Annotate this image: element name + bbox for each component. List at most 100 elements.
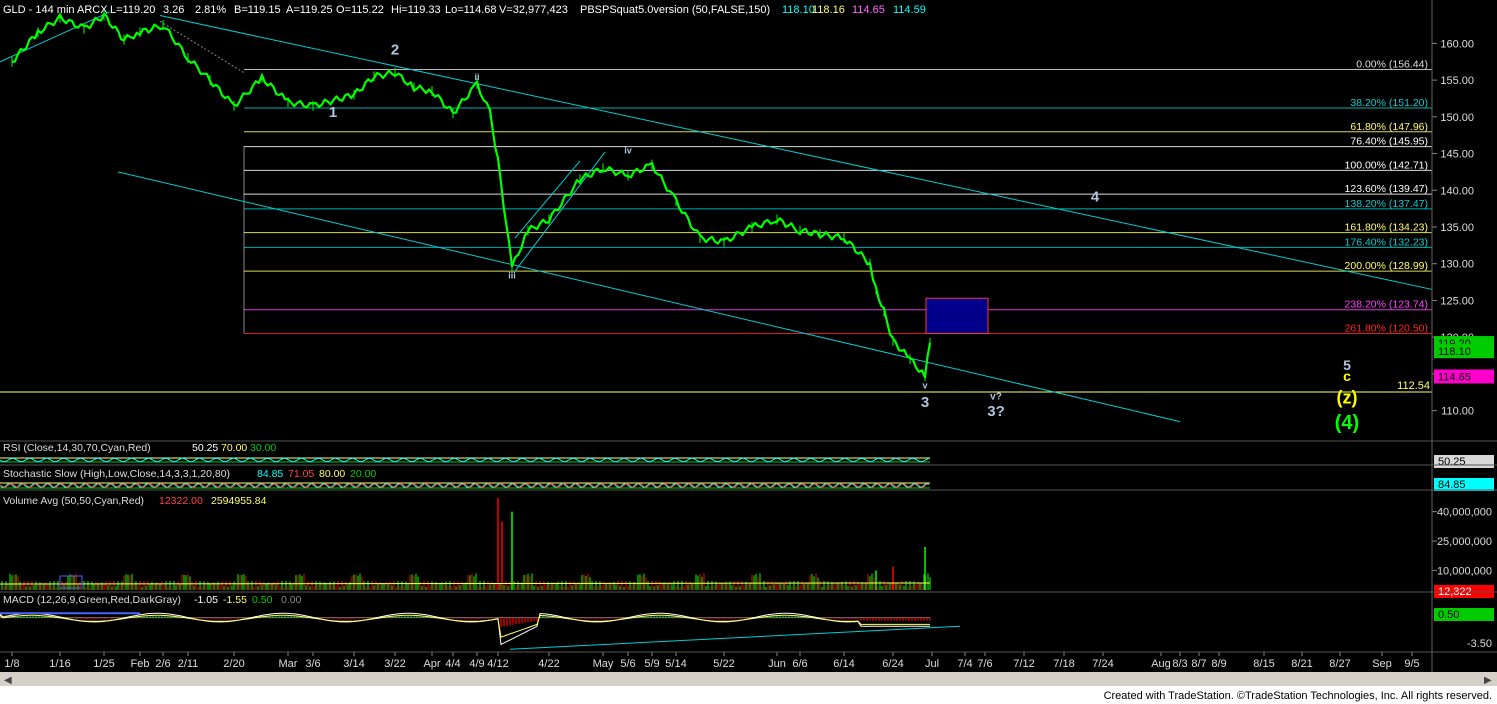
x-tick-label: 2/11 (178, 658, 199, 670)
scroll-left-arrow: ◀ (4, 675, 12, 686)
x-tick-label: 5/9 (644, 658, 659, 670)
x-tick-label: 5/6 (620, 658, 635, 670)
fib-level-label: 261.80% (120.50) (1345, 323, 1428, 335)
horizontal-scrollbar (0, 672, 1497, 686)
x-tick-label: Aug (1151, 658, 1171, 670)
y-tick-label: 155.00 (1440, 75, 1474, 87)
x-tick-label: Mar (279, 658, 298, 670)
x-tick-label: 8/27 (1329, 658, 1350, 670)
y-tick-label: 160.00 (1440, 38, 1474, 50)
macd-legend-value: -1.55 (223, 594, 247, 606)
rsi-title: RSI (Close,14,30,70,Cyan,Red) (3, 442, 151, 454)
x-tick-label: 1/8 (4, 658, 19, 670)
x-tick-label: 2/6 (155, 658, 170, 670)
x-tick-label: Apr (423, 658, 440, 670)
target-box (925, 297, 989, 335)
gld-chart: 160.00155.00150.00145.00140.00135.00130.… (0, 0, 1497, 704)
y-tick-label: 110.00 (1441, 406, 1474, 418)
x-tick-label: 3/6 (305, 658, 320, 670)
macd-title: MACD (12,26,9,Green,Red,DarkGray) (3, 594, 181, 606)
x-tick-label: 8/7 (1191, 658, 1206, 670)
x-tick-label: 9/5 (1404, 658, 1419, 670)
stochastic-legend-value: 71.05 (288, 468, 314, 480)
x-tick-label: 8/15 (1253, 658, 1274, 670)
y-tick-label: 130.00 (1440, 259, 1474, 271)
macd-legend-value: 0.50 (252, 594, 273, 606)
x-tick-label: 8/9 (1211, 658, 1226, 670)
x-tick-label: 4/22 (538, 658, 559, 670)
rsi-legend-value: 50.25 (192, 442, 218, 454)
wave-label: iv (624, 146, 632, 156)
header-item: 118.10 (782, 4, 815, 16)
x-tick-label: Jul (925, 658, 939, 670)
fib-level-label: 200.00% (128.99) (1345, 260, 1428, 272)
scroll-right-arrow: ▶ (1484, 675, 1492, 686)
wave-label: (z) (1337, 387, 1358, 407)
macd-value-box-label: 0.50 (1438, 609, 1459, 621)
x-tick-label: 7/6 (977, 658, 992, 670)
price-box-label: 118.10 (1438, 346, 1471, 358)
header-item: 118.16 (812, 4, 845, 16)
header-item: Lo=114.68 (445, 4, 497, 16)
x-tick-label: 7/18 (1053, 658, 1074, 670)
rsi-legend-value: 30.00 (250, 442, 276, 454)
header-item: 114.59 (893, 4, 926, 16)
y-tick-label: 140.00 (1440, 185, 1474, 197)
fib-level-label: 61.80% (147.96) (1350, 121, 1428, 133)
header-item: 114.65 (852, 4, 885, 16)
x-tick-label: 7/24 (1092, 658, 1113, 670)
rsi-legend-value: 70.00 (221, 442, 247, 454)
header-item: A=119.25 (286, 4, 333, 16)
x-tick-label: 6/24 (882, 658, 903, 670)
x-tick-label: 4/4 (445, 658, 460, 670)
fib-level-label: 38.20% (151.20) (1350, 97, 1428, 109)
header-item: Hi=119.33 (391, 4, 441, 16)
wave-label: 1 (329, 104, 337, 121)
stochastic-value-box-label: 84.85 (1438, 479, 1466, 491)
y-tick-label: 125.00 (1440, 295, 1474, 307)
stochastic-legend-value: 20.00 (350, 468, 376, 480)
y-tick-label: 135.00 (1440, 222, 1474, 234)
x-tick-label: Sep (1372, 658, 1392, 670)
wave-label: 3? (987, 403, 1005, 420)
stochastic-legend-value: 84.85 (257, 468, 283, 480)
macd-tick-label: -3.50 (1467, 638, 1492, 650)
volume-legend-value: 12322.00 (159, 495, 203, 507)
x-tick-label: Feb (131, 658, 150, 670)
header-item: GLD - 144 min ARCX (3, 4, 108, 16)
fib-level-label: 161.80% (134.23) (1345, 222, 1428, 234)
stochastic-title: Stochastic Slow (High,Low,Close,14,3,3,1… (3, 468, 230, 480)
x-tick-label: 8/21 (1291, 658, 1312, 670)
x-tick-label: 6/6 (792, 658, 807, 670)
stochastic-legend-value: 80.00 (319, 468, 345, 480)
x-tick-label: May (593, 658, 614, 670)
wave-label: v (922, 381, 927, 391)
volume-title: Volume Avg (50,50,Cyan,Red) (3, 495, 144, 507)
footer-credit: Created with TradeStation. ©TradeStation… (1104, 690, 1492, 702)
rsi-value-box-label: 50.25 (1438, 456, 1466, 468)
x-tick-label: 7/4 (957, 658, 972, 670)
x-tick-label: 5/22 (713, 658, 734, 670)
y-tick-label: 150.00 (1440, 112, 1474, 124)
fib-level-label: 76.40% (145.95) (1350, 136, 1428, 148)
wave-label: (4) (1335, 412, 1359, 434)
header-item: PBSPSquat5.0version (50,FALSE,150) (580, 4, 770, 16)
y-tick-label: 145.00 (1440, 149, 1474, 161)
wave-label: iii (508, 270, 516, 280)
wave-label: 4 (1091, 188, 1100, 205)
x-tick-label: 4/9 (469, 658, 484, 670)
volume-tick-label: 10,000,000 (1437, 565, 1492, 577)
header-item: 2.81% (195, 4, 226, 16)
wave-label: 3 (921, 394, 929, 411)
x-tick-label: 8/3 (1172, 658, 1187, 670)
macd-legend-value: -1.05 (194, 594, 218, 606)
chart-footer: Created with TradeStation. ©TradeStation… (0, 686, 1497, 704)
x-tick-label: 7/12 (1013, 658, 1034, 670)
fib-level-label: 100.00% (142.71) (1345, 159, 1428, 171)
fib-level-label: 238.20% (123.74) (1345, 299, 1428, 311)
volume-tick-label: 40,000,000 (1437, 507, 1492, 519)
x-tick-label: 6/14 (833, 658, 854, 670)
wave-label: c (1343, 368, 1351, 384)
wave-label: 2 (391, 41, 399, 58)
x-tick-label: 4/12 (487, 658, 508, 670)
